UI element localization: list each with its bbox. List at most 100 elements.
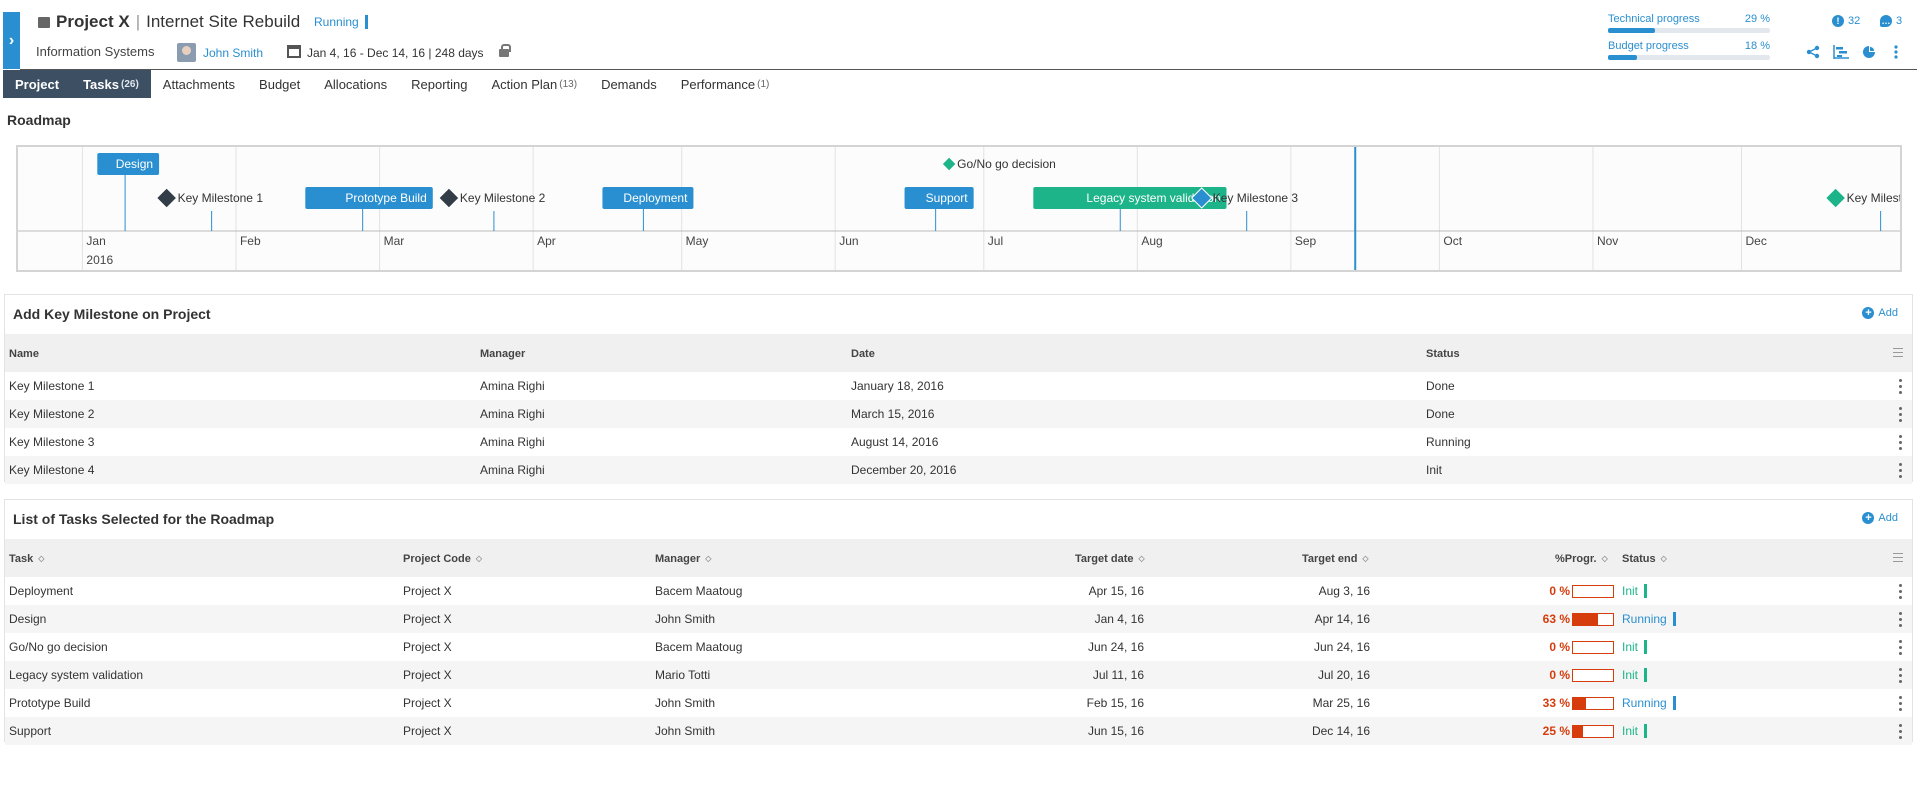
row-menu-icon[interactable] xyxy=(1899,379,1902,395)
progress-bar xyxy=(1572,613,1614,626)
table-row[interactable]: Design Project X John Smith Jan 4, 16 Apr 14… xyxy=(5,605,1912,633)
tab-tasks[interactable]: Tasks (26) xyxy=(71,70,151,98)
manager-link[interactable]: Mario Totti xyxy=(655,668,710,682)
row-menu-icon[interactable] xyxy=(1899,724,1902,740)
table-row[interactable]: Prototype Build Project X John Smith Feb 15… xyxy=(5,689,1912,717)
technical-progress-value: 29 % xyxy=(1744,13,1770,25)
table-row[interactable]: Legacy system validation Project X Mario T… xyxy=(5,661,1912,689)
tab-attachments[interactable]: Attachments xyxy=(151,70,247,98)
lock-icon[interactable] xyxy=(499,44,511,57)
roadmap-task-label[interactable]: Support xyxy=(926,191,969,205)
gantt-icon[interactable] xyxy=(1833,45,1849,59)
row-menu-icon[interactable] xyxy=(1899,407,1902,423)
col-manager[interactable]: Manager xyxy=(480,348,525,360)
milestone-name-link[interactable]: Key Milestone 2 xyxy=(9,407,94,421)
manager-link[interactable]: John Smith xyxy=(655,612,715,626)
project-code-link[interactable]: Project X xyxy=(403,640,452,654)
share-icon[interactable] xyxy=(1806,45,1820,59)
row-menu-icon[interactable] xyxy=(1899,640,1902,656)
column-menu-icon[interactable] xyxy=(1893,348,1903,357)
row-menu-icon[interactable] xyxy=(1899,612,1902,628)
tab-allocations[interactable]: Allocations xyxy=(312,70,399,98)
month-tick-label: Oct xyxy=(1443,234,1462,248)
tab-action-plan[interactable]: Action Plan (13) xyxy=(480,70,590,98)
month-tick-label: Aug xyxy=(1141,234,1162,248)
milestone-name-link[interactable]: Key Milestone 4 xyxy=(9,463,94,477)
target-date: Jun 15, 16 xyxy=(1087,724,1144,738)
milestone-name-link[interactable]: Key Milestone 3 xyxy=(9,435,94,449)
roadmap-task-label[interactable]: Design xyxy=(116,157,153,171)
project-code-link[interactable]: Project X xyxy=(403,584,452,598)
more-options-icon[interactable] xyxy=(1893,45,1899,59)
task-name-link[interactable]: Design xyxy=(9,612,46,626)
col-target-date[interactable]: Target date ◇ xyxy=(1075,553,1145,565)
tab-performance[interactable]: Performance (1) xyxy=(669,70,782,98)
row-menu-icon[interactable] xyxy=(1899,668,1902,684)
task-name-link[interactable]: Deployment xyxy=(9,584,73,598)
comments-button[interactable]: … 3 xyxy=(1880,15,1902,27)
milestone-diamond[interactable] xyxy=(1824,187,1847,209)
task-name-link[interactable]: Prototype Build xyxy=(9,696,90,710)
row-menu-icon[interactable] xyxy=(1899,435,1902,451)
row-menu-icon[interactable] xyxy=(1899,696,1902,712)
milestone-label[interactable]: Go/No go decision xyxy=(957,157,1056,171)
table-row[interactable]: Deployment Project X Bacem Maatoug Apr 15, … xyxy=(5,577,1912,605)
tab-demands[interactable]: Demands xyxy=(589,70,669,98)
col-progress[interactable]: %Progr. ◇ xyxy=(1555,553,1608,565)
project-code-link[interactable]: Project X xyxy=(403,668,452,682)
table-row[interactable]: Go/No go decision Project X Bacem Maatoug J… xyxy=(5,633,1912,661)
milestone-label[interactable]: Key Milestone 4 xyxy=(1847,191,1900,205)
manager-link[interactable]: Bacem Maatoug xyxy=(655,640,742,654)
target-end: Dec 14, 16 xyxy=(1311,724,1370,738)
manager-link[interactable]: John Smith xyxy=(655,724,715,738)
roadmap-timeline[interactable]: Jan Feb Mar Apr May Jun Jul Aug Sep Oct Nov Dec 2016… xyxy=(16,145,1902,272)
alerts-button[interactable]: ! 32 xyxy=(1832,15,1860,27)
column-menu-icon[interactable] xyxy=(1893,553,1903,562)
pie-chart-icon[interactable] xyxy=(1862,45,1876,59)
roadmap-task-label[interactable]: Prototype Build xyxy=(345,191,426,205)
row-menu-icon[interactable] xyxy=(1899,584,1902,600)
task-name-link[interactable]: Legacy system validation xyxy=(9,668,143,682)
col-status[interactable]: Status ◇ xyxy=(1622,553,1667,565)
add-milestone-button[interactable]: + Add xyxy=(1862,307,1898,319)
manager-link[interactable]: John Smith xyxy=(655,696,715,710)
roadmap-task-label[interactable]: Deployment xyxy=(623,191,688,205)
col-project-code[interactable]: Project Code ◇ xyxy=(403,553,482,565)
tab-reporting[interactable]: Reporting xyxy=(399,70,479,98)
col-task[interactable]: Task ◇ xyxy=(9,553,44,565)
table-row[interactable]: Key Milestone 1 Amina Righi January 18, 20… xyxy=(5,372,1912,400)
milestone-diamond[interactable] xyxy=(155,187,178,209)
milestone-label[interactable]: Key Milestone 1 xyxy=(178,191,264,205)
manager-link[interactable]: Bacem Maatoug xyxy=(655,584,742,598)
row-menu-icon[interactable] xyxy=(1899,463,1902,479)
tab-count: (26) xyxy=(120,78,139,90)
sidebar-toggle-button[interactable]: › xyxy=(3,12,20,69)
col-status[interactable]: Status xyxy=(1426,348,1460,360)
table-row[interactable]: Key Milestone 4 Amina Righi December 20, 2… xyxy=(5,456,1912,484)
roadmap-canvas: Jan Feb Mar Apr May Jun Jul Aug Sep Oct Nov Dec 2016… xyxy=(18,147,1900,270)
project-code-link[interactable]: Project X xyxy=(403,612,452,626)
project-code-link[interactable]: Project X xyxy=(403,696,452,710)
col-name[interactable]: Name xyxy=(9,348,39,360)
add-task-button[interactable]: + Add xyxy=(1862,512,1898,524)
project-code-link[interactable]: Project X xyxy=(403,724,452,738)
milestone-name-link[interactable]: Key Milestone 1 xyxy=(9,379,94,393)
table-row[interactable]: Support Project X John Smith Jun 15, 16 Dec … xyxy=(5,717,1912,745)
table-row[interactable]: Key Milestone 2 Amina Righi March 15, 2016… xyxy=(5,400,1912,428)
milestone-diamond[interactable] xyxy=(941,156,957,172)
col-target-end[interactable]: Target end ◇ xyxy=(1302,553,1369,565)
milestone-diamond[interactable] xyxy=(438,187,460,209)
project-status-badge[interactable]: Running xyxy=(314,15,368,29)
task-name-link[interactable]: Go/No go decision xyxy=(9,640,108,654)
milestone-label[interactable]: Key Milestone 2 xyxy=(460,191,546,205)
manager-link[interactable]: John Smith xyxy=(203,46,263,60)
milestone-label[interactable]: Key Milestone 3 xyxy=(1213,191,1299,205)
tab-project[interactable]: Project xyxy=(3,70,72,98)
col-manager[interactable]: Manager ◇ xyxy=(655,553,711,565)
table-row[interactable]: Key Milestone 3 Amina Righi August 14, 201… xyxy=(5,428,1912,456)
milestone-manager: Amina Righi xyxy=(480,379,545,393)
tab-budget[interactable]: Budget xyxy=(247,70,312,98)
month-tick-label: Jun xyxy=(839,234,858,248)
task-name-link[interactable]: Support xyxy=(9,724,51,738)
col-date[interactable]: Date xyxy=(851,348,875,360)
